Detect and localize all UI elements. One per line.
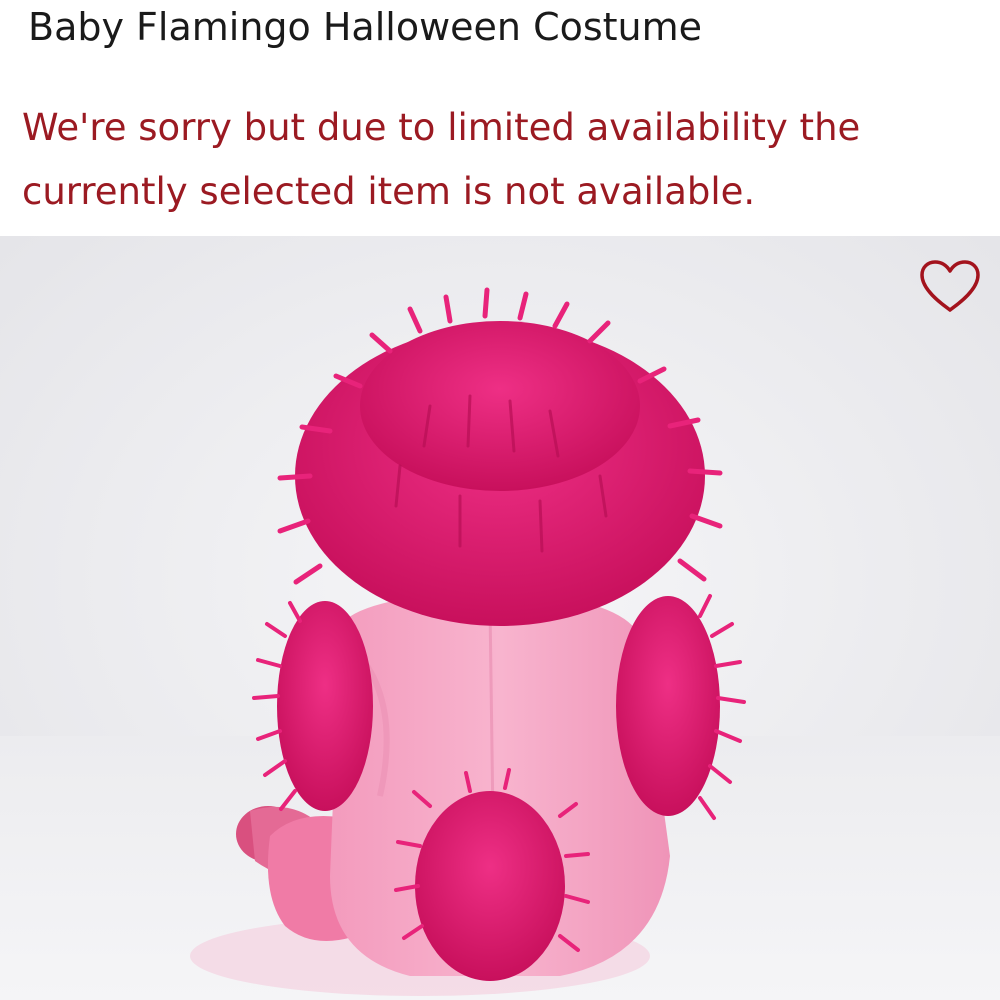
product-image[interactable] xyxy=(0,236,1000,1000)
availability-notice: We're sorry but due to limited availabil… xyxy=(22,106,861,213)
product-title: Baby Flamingo Halloween Costume xyxy=(28,5,703,49)
product-photo xyxy=(0,236,1000,1000)
product-page: Baby Flamingo Halloween Costume We're so… xyxy=(0,0,1000,1000)
heart-outline-icon[interactable] xyxy=(918,258,982,314)
